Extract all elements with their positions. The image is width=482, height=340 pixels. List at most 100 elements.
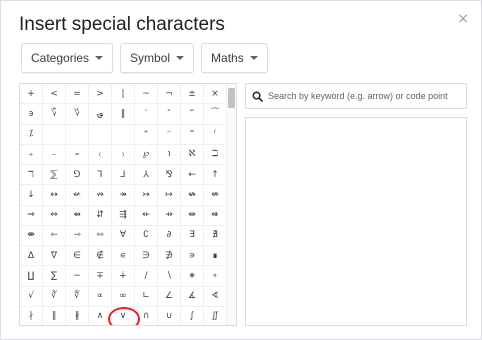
character-cell[interactable]: ϶ (20, 104, 43, 125)
character-cell[interactable]: ← (181, 165, 204, 186)
character-cell[interactable]: ↠ (112, 185, 135, 206)
scrollbar-thumb[interactable] (228, 88, 235, 108)
character-cell[interactable]: ؆ (43, 104, 66, 125)
character-cell[interactable]: ℵ (181, 144, 204, 165)
character-cell[interactable]: ⁻ (158, 124, 181, 145)
character-cell[interactable]: ⇵ (89, 205, 112, 226)
character-cell[interactable]: ∓ (89, 266, 112, 287)
character-cell[interactable]: + (20, 84, 43, 105)
character-cell[interactable]: ⅄ (135, 165, 158, 186)
close-icon[interactable]: × (457, 11, 469, 27)
character-cell[interactable]: < (43, 84, 66, 105)
character-cell[interactable]: > (89, 84, 112, 105)
grid-scrollbar[interactable] (226, 84, 236, 325)
character-cell[interactable]: ₌ (66, 144, 89, 165)
character-cell[interactable]: ∧ (89, 306, 112, 325)
character-cell[interactable]: ⇶ (112, 205, 135, 226)
character-cell[interactable]: ∝ (89, 286, 112, 307)
categories-dropdown[interactable]: Categories (21, 43, 114, 73)
character-cell[interactable]: ⁽ (204, 124, 227, 145)
character-cell[interactable]: ∪ (158, 306, 181, 325)
character-cell[interactable]: ∃ (181, 225, 204, 246)
character-cell[interactable]: ± (181, 84, 204, 105)
character-cell[interactable]: ∨ (112, 306, 135, 325)
character-cell[interactable]: ∗ (181, 266, 204, 287)
character-cell[interactable]: ↚ (66, 185, 89, 206)
character-cell[interactable]: ∐ (20, 266, 43, 287)
character-cell[interactable]: ⅂ (89, 165, 112, 186)
character-cell[interactable]: ∩ (135, 306, 158, 325)
character-cell[interactable]: ↛ (89, 185, 112, 206)
character-cell[interactable]: √ (20, 286, 43, 307)
character-cell[interactable]: ⅋ (158, 165, 181, 186)
character-cell[interactable]: ∤ (20, 306, 43, 325)
character-cell[interactable]: ∋ (135, 246, 158, 267)
character-cell[interactable]: × (204, 84, 227, 105)
character-cell[interactable]: ⇸ (158, 205, 181, 226)
character-cell[interactable]: ⇷ (135, 205, 158, 226)
character-cell[interactable]: ↦ (158, 185, 181, 206)
character-cell[interactable]: ∠ (158, 286, 181, 307)
character-cell[interactable]: ∛ (43, 286, 66, 307)
character-cell[interactable]: | (112, 84, 135, 105)
character-cell[interactable]: ‴ (181, 104, 204, 125)
character-cell[interactable]: ¬ (158, 84, 181, 105)
character-cell[interactable]: ∇ (43, 246, 66, 267)
character-cell[interactable]: ℶ (204, 144, 227, 165)
character-cell[interactable]: ~ (135, 84, 158, 105)
character-cell[interactable]: ∂ (158, 225, 181, 246)
character-cell[interactable]: ⇽ (43, 225, 66, 246)
character-cell[interactable]: ∖ (158, 266, 181, 287)
character-cell[interactable]: ∬ (204, 306, 227, 325)
maths-dropdown[interactable]: Maths (201, 43, 268, 73)
character-cell[interactable]: ∊ (112, 246, 135, 267)
character-cell[interactable]: ⅀ (43, 165, 66, 186)
character-cell[interactable]: ∔ (112, 266, 135, 287)
character-cell[interactable]: ⁺ (135, 124, 158, 145)
character-cell[interactable] (43, 124, 66, 145)
character-cell[interactable]: ∜ (66, 286, 89, 307)
character-cell[interactable]: ⅁ (66, 165, 89, 186)
character-cell[interactable]: ′ (135, 104, 158, 125)
character-cell[interactable]: ∕ (135, 266, 158, 287)
character-cell[interactable]: ℩ (158, 144, 181, 165)
character-cell[interactable]: ⁼ (181, 124, 204, 145)
character-cell[interactable]: ؈ (89, 104, 112, 125)
character-cell[interactable]: ↓ (20, 185, 43, 206)
character-cell[interactable]: ℘ (135, 144, 158, 165)
character-cell[interactable]: ∦ (66, 306, 89, 325)
character-cell[interactable]: ⁒ (20, 124, 43, 145)
character-cell[interactable]: ⇎ (204, 185, 227, 206)
character-cell[interactable]: ⅃ (112, 165, 135, 186)
character-cell[interactable]: ؇ (66, 104, 89, 125)
character-cell[interactable]: ∆ (20, 246, 43, 267)
character-cell[interactable]: ⇺ (204, 205, 227, 226)
character-cell[interactable]: ∘ (204, 266, 227, 287)
character-cell[interactable]: ↑ (204, 165, 227, 186)
character-cell[interactable]: ∄ (204, 225, 227, 246)
character-cell[interactable]: ∡ (181, 286, 204, 307)
character-cell[interactable]: ∫ (181, 306, 204, 325)
character-cell[interactable]: ⇒ (20, 205, 43, 226)
character-cell[interactable]: ∞ (112, 286, 135, 307)
character-cell[interactable]: ‖ (112, 104, 135, 125)
character-cell[interactable]: ⁀ (204, 104, 227, 125)
character-cell[interactable]: ∍ (181, 246, 204, 267)
character-cell[interactable]: ↔ (43, 185, 66, 206)
character-cell[interactable]: ⇾ (66, 225, 89, 246)
character-cell[interactable]: ⇴ (66, 205, 89, 226)
character-cell[interactable]: ₋ (43, 144, 66, 165)
character-cell[interactable]: − (66, 266, 89, 287)
character-cell[interactable] (66, 124, 89, 145)
character-cell[interactable] (89, 124, 112, 145)
character-cell[interactable]: ⇿ (89, 225, 112, 246)
character-cell[interactable]: ⇔ (43, 205, 66, 226)
character-cell[interactable]: ₍ (89, 144, 112, 165)
character-cell[interactable]: ⇹ (181, 205, 204, 226)
character-cell[interactable]: ∁ (135, 225, 158, 246)
drawing-area[interactable] (245, 117, 467, 326)
character-cell[interactable]: ″ (158, 104, 181, 125)
character-cell[interactable]: ₊ (20, 144, 43, 165)
character-cell[interactable]: ℸ (20, 165, 43, 186)
character-cell[interactable] (112, 124, 135, 145)
